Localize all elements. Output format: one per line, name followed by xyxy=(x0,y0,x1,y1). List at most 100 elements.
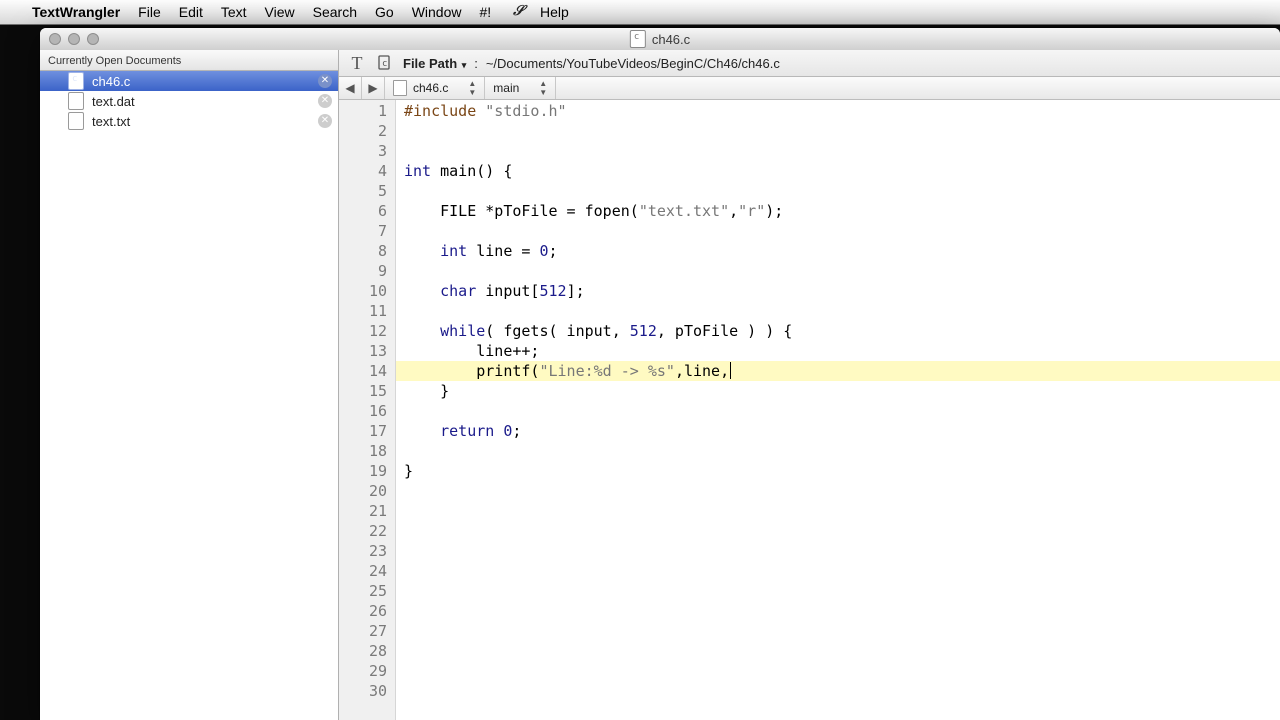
file-name-label: ch46.c xyxy=(92,74,130,89)
menu-edit[interactable]: Edit xyxy=(179,4,203,20)
sidebar-file-text-dat[interactable]: text.dat ✕ xyxy=(40,91,338,111)
code-content[interactable]: #include "stdio.h" int main() { FILE *pTo… xyxy=(396,100,1280,720)
app-menu[interactable]: TextWrangler xyxy=(32,4,120,20)
line-number: 20 xyxy=(339,481,395,501)
nav-forward-button[interactable]: ▶ xyxy=(362,77,385,99)
code-line[interactable] xyxy=(396,141,1280,161)
code-line[interactable] xyxy=(396,621,1280,641)
code-line[interactable]: char input[512]; xyxy=(396,281,1280,301)
code-line[interactable]: } xyxy=(396,461,1280,481)
line-number: 8 xyxy=(339,241,395,261)
line-number: 15 xyxy=(339,381,395,401)
code-line[interactable] xyxy=(396,401,1280,421)
editor-window: ch46.c Currently Open Documents ch46.c✕t… xyxy=(40,28,1280,720)
line-number: 3 xyxy=(339,141,395,161)
menu-shebang[interactable]: #! xyxy=(479,4,491,20)
code-line[interactable]: #include "stdio.h" xyxy=(396,101,1280,121)
file-popup[interactable]: ch46.c ▲▼ xyxy=(385,77,485,99)
menu-search[interactable]: Search xyxy=(313,4,357,20)
line-number: 17 xyxy=(339,421,395,441)
code-line[interactable]: } xyxy=(396,381,1280,401)
line-number: 18 xyxy=(339,441,395,461)
line-number: 16 xyxy=(339,401,395,421)
code-line[interactable]: int main() { xyxy=(396,161,1280,181)
line-number: 27 xyxy=(339,621,395,641)
path-label: File Path ▾ xyxy=(403,56,466,71)
code-line[interactable] xyxy=(396,481,1280,501)
line-number: 5 xyxy=(339,181,395,201)
file-path[interactable]: ~/Documents/YouTubeVideos/BeginC/Ch46/ch… xyxy=(486,56,780,71)
minimize-window-button[interactable] xyxy=(68,33,80,45)
menu-text[interactable]: Text xyxy=(221,4,247,20)
scripts-menu-icon[interactable]: 𝒮 xyxy=(513,4,524,20)
code-line[interactable] xyxy=(396,521,1280,541)
document-info-icon[interactable]: c xyxy=(375,53,395,73)
open-documents-list: ch46.c ✕ text.dat ✕ text.txt ✕ xyxy=(40,71,338,131)
code-line[interactable]: FILE *pToFile = fopen("text.txt","r"); xyxy=(396,201,1280,221)
code-line[interactable] xyxy=(396,581,1280,601)
code-line[interactable]: line++; xyxy=(396,341,1280,361)
code-editor[interactable]: 1234567891011121314151617181920212223242… xyxy=(339,100,1280,720)
file-name-label: text.txt xyxy=(92,114,130,129)
line-number: 28 xyxy=(339,641,395,661)
line-number: 10 xyxy=(339,281,395,301)
line-number: 6 xyxy=(339,201,395,221)
path-separator: : xyxy=(474,56,478,71)
zoom-window-button[interactable] xyxy=(87,33,99,45)
code-line[interactable] xyxy=(396,181,1280,201)
document-icon xyxy=(68,72,84,90)
symbol-popup-label: main xyxy=(493,81,519,95)
symbol-popup[interactable]: main ▲▼ xyxy=(485,77,556,99)
code-line[interactable] xyxy=(396,661,1280,681)
code-line[interactable]: while( fgets( input, 512, pToFile ) ) { xyxy=(396,321,1280,341)
code-line[interactable] xyxy=(396,221,1280,241)
close-document-icon[interactable]: ✕ xyxy=(318,74,332,88)
code-line[interactable]: return 0; xyxy=(396,421,1280,441)
menu-go[interactable]: Go xyxy=(375,4,394,20)
file-name-label: text.dat xyxy=(92,94,135,109)
line-number: 13 xyxy=(339,341,395,361)
menu-file[interactable]: File xyxy=(138,4,161,20)
svg-text:c: c xyxy=(382,59,387,69)
close-document-icon[interactable]: ✕ xyxy=(318,94,332,108)
sidebar-file-text-txt[interactable]: text.txt ✕ xyxy=(40,111,338,131)
window-title: ch46.c xyxy=(630,30,690,48)
dropdown-arrows-icon: ▲▼ xyxy=(539,79,547,97)
line-number: 19 xyxy=(339,461,395,481)
code-line[interactable]: printf("Line:%d -> %s",line, xyxy=(396,361,1280,381)
window-titlebar[interactable]: ch46.c xyxy=(40,28,1280,51)
line-number-gutter: 1234567891011121314151617181920212223242… xyxy=(339,100,396,720)
close-window-button[interactable] xyxy=(49,33,61,45)
path-bar: T c File Path ▾ : ~/Documents/YouTubeVid… xyxy=(339,50,1280,77)
code-line[interactable]: int line = 0; xyxy=(396,241,1280,261)
menu-window[interactable]: Window xyxy=(412,4,462,20)
code-line[interactable] xyxy=(396,641,1280,661)
line-number: 23 xyxy=(339,541,395,561)
nav-back-button[interactable]: ◀ xyxy=(339,77,362,99)
line-number: 7 xyxy=(339,221,395,241)
line-number: 21 xyxy=(339,501,395,521)
code-line[interactable] xyxy=(396,601,1280,621)
line-number: 22 xyxy=(339,521,395,541)
nav-bar: ◀ ▶ ch46.c ▲▼ main ▲▼ xyxy=(339,77,1280,100)
line-number: 29 xyxy=(339,661,395,681)
code-line[interactable] xyxy=(396,501,1280,521)
sidebar-header: Currently Open Documents xyxy=(40,50,338,71)
text-tool-icon[interactable]: T xyxy=(347,53,367,73)
line-number: 14 xyxy=(339,361,395,381)
code-line[interactable] xyxy=(396,541,1280,561)
close-document-icon[interactable]: ✕ xyxy=(318,114,332,128)
line-number: 26 xyxy=(339,601,395,621)
line-number: 12 xyxy=(339,321,395,341)
menu-view[interactable]: View xyxy=(265,4,295,20)
code-line[interactable] xyxy=(396,301,1280,321)
code-line[interactable] xyxy=(396,681,1280,701)
code-line[interactable] xyxy=(396,441,1280,461)
code-line[interactable] xyxy=(396,121,1280,141)
code-line[interactable] xyxy=(396,261,1280,281)
menu-help[interactable]: Help xyxy=(540,4,569,20)
sidebar-file-ch46-c[interactable]: ch46.c ✕ xyxy=(40,71,338,91)
document-icon xyxy=(68,112,84,130)
file-icon xyxy=(393,80,407,96)
code-line[interactable] xyxy=(396,561,1280,581)
